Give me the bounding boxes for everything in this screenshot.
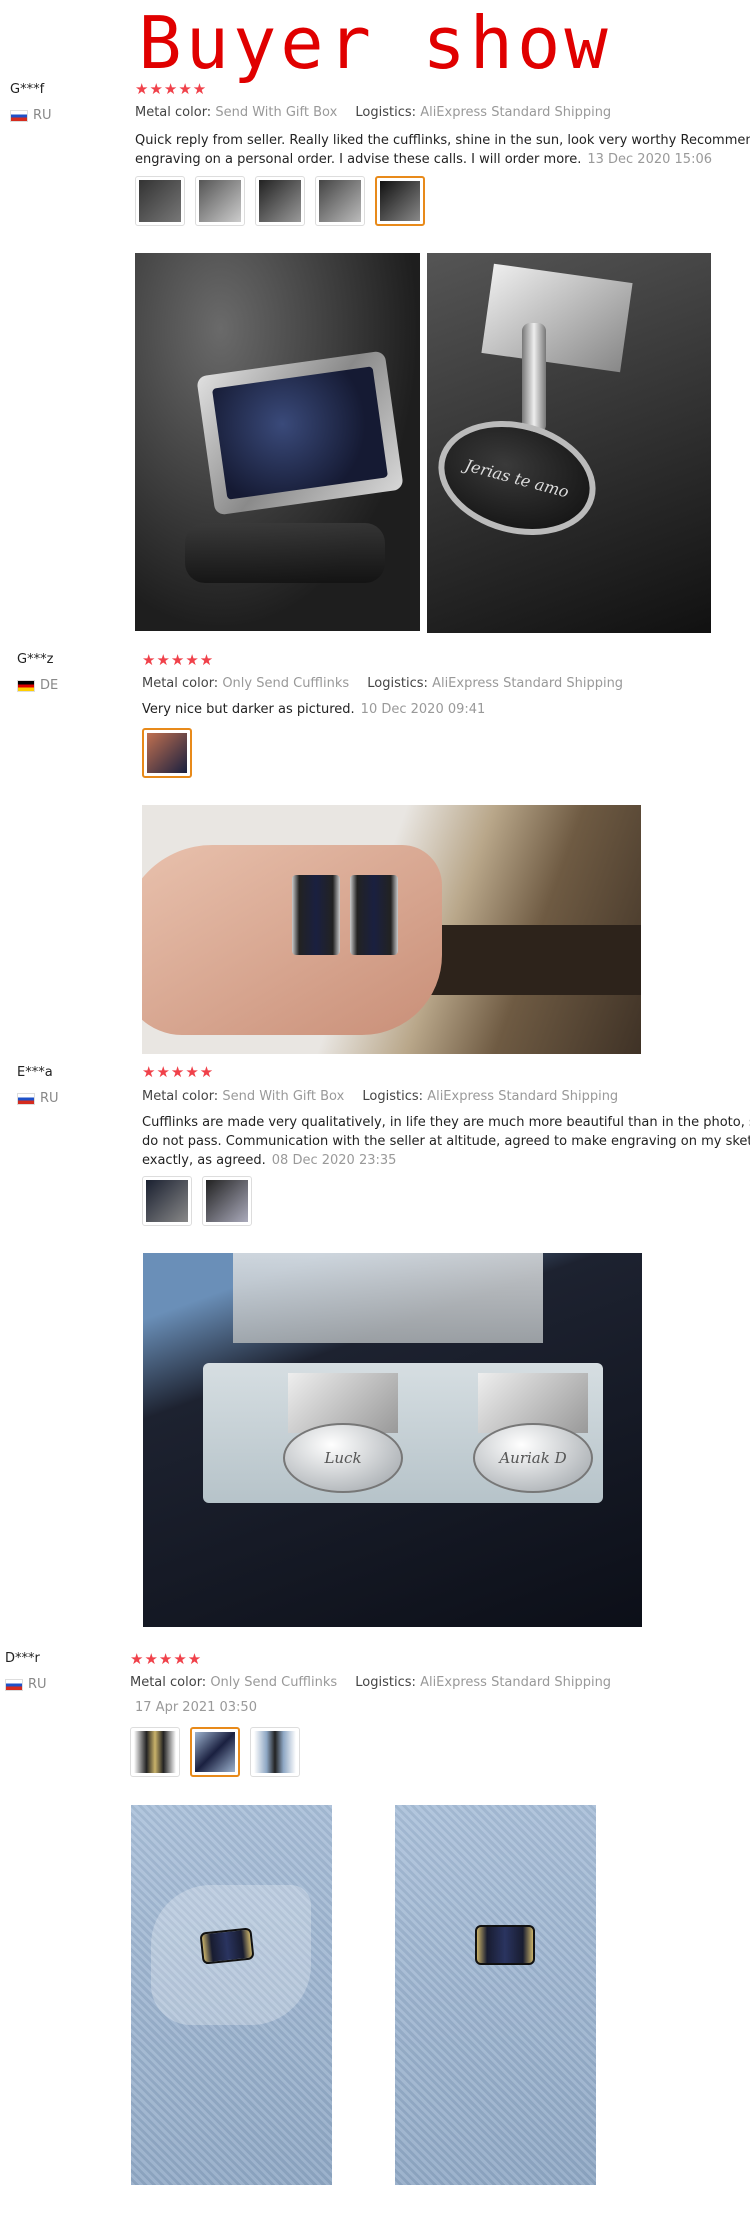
logistics-value: AliExpress Standard Shipping — [427, 1089, 619, 1104]
thumbnail[interactable] — [142, 1176, 192, 1226]
thumbnail[interactable] — [255, 176, 305, 226]
metal-color-value: Only Send Cufflinks — [222, 676, 350, 691]
review-meta: Metal color: Only Send Cufflinks Logisti… — [142, 676, 623, 691]
page-title: Buyer show — [138, 1, 612, 85]
country-code: DE — [40, 678, 59, 693]
thumbnail-selected[interactable] — [142, 728, 192, 778]
star-rating: ★★★★★ — [130, 1650, 203, 1668]
country-code: RU — [28, 1677, 47, 1692]
logistics-label: Logistics: — [355, 105, 417, 120]
thumbnail[interactable] — [250, 1727, 300, 1777]
review-text-line: Quick reply from seller. Really liked th… — [135, 133, 750, 148]
logistics-label: Logistics: — [362, 1089, 424, 1104]
review-text-line: do not pass. Communication with the sell… — [142, 1134, 750, 1149]
buyer-name: G***f — [10, 82, 45, 97]
russia-flag-icon — [17, 1092, 35, 1105]
thumbnail-strip — [130, 1727, 300, 1777]
review-text: Cufflinks are made very qualitatively, i… — [142, 1113, 750, 1170]
metal-color-label: Metal color: — [135, 105, 212, 120]
review-meta: Metal color: Only Send Cufflinks Logisti… — [130, 1675, 611, 1690]
engraving-text: Auriak D — [473, 1423, 593, 1493]
logistics-value: AliExpress Standard Shipping — [420, 105, 612, 120]
metal-color-value: Send With Gift Box — [215, 105, 338, 120]
thumbnail[interactable] — [195, 176, 245, 226]
buyer-name: D***r — [5, 1651, 40, 1666]
country-code: RU — [40, 1091, 59, 1106]
review-photo[interactable] — [142, 805, 641, 1054]
logistics-value: AliExpress Standard Shipping — [432, 676, 624, 691]
review-photo[interactable] — [131, 1805, 332, 2185]
star-rating: ★★★★★ — [142, 1063, 215, 1081]
logistics-value: AliExpress Standard Shipping — [420, 1675, 612, 1690]
review-text-line: exactly, as agreed. — [142, 1153, 266, 1168]
review-text: Quick reply from seller. Really liked th… — [135, 131, 750, 169]
thumbnail[interactable] — [202, 1176, 252, 1226]
thumbnail[interactable] — [135, 176, 185, 226]
logistics-label: Logistics: — [367, 676, 428, 691]
thumbnail[interactable] — [315, 176, 365, 226]
buyer-country: RU — [5, 1677, 47, 1692]
review-text-line: Very nice but darker as pictured. — [142, 702, 355, 717]
thumbnail-strip — [142, 728, 192, 778]
buyer-name: G***z — [17, 652, 54, 667]
review-text-line: Cufflinks are made very qualitatively, i… — [142, 1115, 750, 1130]
russia-flag-icon — [10, 109, 28, 122]
buyer-country: RU — [10, 108, 52, 123]
germany-flag-icon — [17, 679, 35, 692]
metal-color-label: Metal color: — [142, 676, 219, 691]
thumbnail-selected[interactable] — [375, 176, 425, 226]
review-date: 13 Dec 2020 15:06 — [587, 152, 712, 167]
russia-flag-icon — [5, 1678, 23, 1691]
metal-color-label: Metal color: — [130, 1675, 207, 1690]
star-rating: ★★★★★ — [142, 651, 215, 669]
review-meta: Metal color: Send With Gift Box Logistic… — [142, 1089, 618, 1104]
buyer-name: E***a — [17, 1065, 53, 1080]
engraving-text: Luck — [283, 1423, 403, 1493]
review-date: 17 Apr 2021 03:50 — [135, 1700, 257, 1715]
thumbnail[interactable] — [130, 1727, 180, 1777]
buyer-country: DE — [17, 678, 58, 693]
logistics-label: Logistics: — [355, 1675, 416, 1690]
thumbnail-strip — [135, 176, 425, 226]
review-date: 08 Dec 2020 23:35 — [271, 1153, 397, 1168]
thumbnail-strip — [142, 1176, 252, 1226]
metal-color-value: Only Send Cufflinks — [210, 1675, 338, 1690]
review-text-line: engraving on a personal order. I advise … — [135, 152, 582, 167]
buyer-country: RU — [17, 1091, 59, 1106]
review-photo[interactable]: Jerias te amo — [427, 253, 711, 633]
review-photo[interactable] — [135, 253, 420, 631]
thumbnail-selected[interactable] — [190, 1727, 240, 1777]
star-rating: ★★★★★ — [135, 80, 208, 98]
metal-color-value: Send With Gift Box — [222, 1089, 345, 1104]
review-meta: Metal color: Send With Gift Box Logistic… — [135, 105, 611, 120]
review-date: 10 Dec 2020 09:41 — [360, 702, 486, 717]
review-photo[interactable]: Luck Auriak D — [143, 1253, 642, 1627]
review-text: Very nice but darker as pictured. 10 Dec … — [142, 700, 742, 719]
metal-color-label: Metal color: — [142, 1089, 219, 1104]
engraving-text: Jerias te amo — [427, 404, 609, 552]
review-photo[interactable] — [395, 1805, 596, 2185]
country-code: RU — [33, 108, 52, 123]
